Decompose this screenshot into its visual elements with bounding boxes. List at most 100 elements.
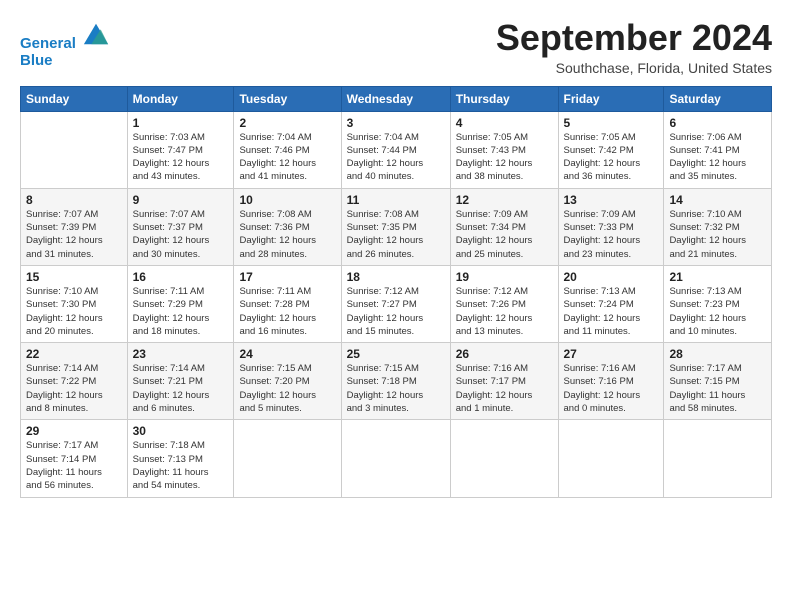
col-tuesday: Tuesday <box>234 86 341 111</box>
day-number: 13 <box>564 193 659 207</box>
table-row: 1Sunrise: 7:03 AMSunset: 7:47 PMDaylight… <box>127 111 234 188</box>
calendar-page: General Blue September 2024 Southchase, … <box>0 0 792 612</box>
day-number: 9 <box>133 193 229 207</box>
table-row <box>450 420 558 497</box>
day-info: Sunrise: 7:13 AMSunset: 7:24 PMDaylight:… <box>564 285 659 338</box>
day-number: 18 <box>347 270 445 284</box>
day-info: Sunrise: 7:13 AMSunset: 7:23 PMDaylight:… <box>669 285 766 338</box>
table-row: 2Sunrise: 7:04 AMSunset: 7:46 PMDaylight… <box>234 111 341 188</box>
day-number: 21 <box>669 270 766 284</box>
day-info: Sunrise: 7:05 AMSunset: 7:43 PMDaylight:… <box>456 131 553 184</box>
day-number: 8 <box>26 193 122 207</box>
table-row: 24Sunrise: 7:15 AMSunset: 7:20 PMDayligh… <box>234 343 341 420</box>
table-row: 3Sunrise: 7:04 AMSunset: 7:44 PMDaylight… <box>341 111 450 188</box>
calendar-week-row: 29Sunrise: 7:17 AMSunset: 7:14 PMDayligh… <box>21 420 772 497</box>
table-row: 17Sunrise: 7:11 AMSunset: 7:28 PMDayligh… <box>234 265 341 342</box>
day-number: 14 <box>669 193 766 207</box>
col-thursday: Thursday <box>450 86 558 111</box>
day-info: Sunrise: 7:11 AMSunset: 7:28 PMDaylight:… <box>239 285 335 338</box>
day-number: 11 <box>347 193 445 207</box>
day-number: 28 <box>669 347 766 361</box>
day-info: Sunrise: 7:06 AMSunset: 7:41 PMDaylight:… <box>669 131 766 184</box>
logo-text: General <box>20 22 110 53</box>
day-info: Sunrise: 7:12 AMSunset: 7:26 PMDaylight:… <box>456 285 553 338</box>
day-info: Sunrise: 7:16 AMSunset: 7:17 PMDaylight:… <box>456 362 553 415</box>
day-number: 15 <box>26 270 122 284</box>
day-number: 3 <box>347 116 445 130</box>
day-number: 16 <box>133 270 229 284</box>
day-info: Sunrise: 7:11 AMSunset: 7:29 PMDaylight:… <box>133 285 229 338</box>
day-info: Sunrise: 7:04 AMSunset: 7:46 PMDaylight:… <box>239 131 335 184</box>
day-info: Sunrise: 7:08 AMSunset: 7:36 PMDaylight:… <box>239 208 335 261</box>
day-number: 5 <box>564 116 659 130</box>
col-wednesday: Wednesday <box>341 86 450 111</box>
table-row: 19Sunrise: 7:12 AMSunset: 7:26 PMDayligh… <box>450 265 558 342</box>
logo: General Blue <box>20 22 110 69</box>
day-info: Sunrise: 7:18 AMSunset: 7:13 PMDaylight:… <box>133 439 229 492</box>
day-info: Sunrise: 7:09 AMSunset: 7:34 PMDaylight:… <box>456 208 553 261</box>
table-row: 27Sunrise: 7:16 AMSunset: 7:16 PMDayligh… <box>558 343 664 420</box>
table-row: 11Sunrise: 7:08 AMSunset: 7:35 PMDayligh… <box>341 188 450 265</box>
table-row <box>558 420 664 497</box>
title-block: September 2024 Southchase, Florida, Unit… <box>496 18 772 76</box>
day-number: 17 <box>239 270 335 284</box>
table-row: 26Sunrise: 7:16 AMSunset: 7:17 PMDayligh… <box>450 343 558 420</box>
table-row: 9Sunrise: 7:07 AMSunset: 7:37 PMDaylight… <box>127 188 234 265</box>
table-row: 21Sunrise: 7:13 AMSunset: 7:23 PMDayligh… <box>664 265 772 342</box>
location-subtitle: Southchase, Florida, United States <box>496 60 772 76</box>
table-row <box>664 420 772 497</box>
day-number: 25 <box>347 347 445 361</box>
day-info: Sunrise: 7:17 AMSunset: 7:15 PMDaylight:… <box>669 362 766 415</box>
day-info: Sunrise: 7:15 AMSunset: 7:20 PMDaylight:… <box>239 362 335 415</box>
table-row: 10Sunrise: 7:08 AMSunset: 7:36 PMDayligh… <box>234 188 341 265</box>
table-row: 8Sunrise: 7:07 AMSunset: 7:39 PMDaylight… <box>21 188 128 265</box>
day-number: 1 <box>133 116 229 130</box>
day-number: 27 <box>564 347 659 361</box>
calendar-week-row: 22Sunrise: 7:14 AMSunset: 7:22 PMDayligh… <box>21 343 772 420</box>
day-info: Sunrise: 7:05 AMSunset: 7:42 PMDaylight:… <box>564 131 659 184</box>
day-number: 24 <box>239 347 335 361</box>
table-row <box>341 420 450 497</box>
col-friday: Friday <box>558 86 664 111</box>
table-row: 13Sunrise: 7:09 AMSunset: 7:33 PMDayligh… <box>558 188 664 265</box>
table-row <box>21 111 128 188</box>
day-info: Sunrise: 7:03 AMSunset: 7:47 PMDaylight:… <box>133 131 229 184</box>
day-info: Sunrise: 7:08 AMSunset: 7:35 PMDaylight:… <box>347 208 445 261</box>
day-number: 2 <box>239 116 335 130</box>
month-title: September 2024 <box>496 18 772 58</box>
table-row: 23Sunrise: 7:14 AMSunset: 7:21 PMDayligh… <box>127 343 234 420</box>
day-info: Sunrise: 7:15 AMSunset: 7:18 PMDaylight:… <box>347 362 445 415</box>
table-row: 15Sunrise: 7:10 AMSunset: 7:30 PMDayligh… <box>21 265 128 342</box>
logo-blue: Blue <box>20 53 110 70</box>
day-info: Sunrise: 7:14 AMSunset: 7:21 PMDaylight:… <box>133 362 229 415</box>
table-row: 4Sunrise: 7:05 AMSunset: 7:43 PMDaylight… <box>450 111 558 188</box>
day-number: 30 <box>133 424 229 438</box>
calendar-week-row: 8Sunrise: 7:07 AMSunset: 7:39 PMDaylight… <box>21 188 772 265</box>
table-row: 16Sunrise: 7:11 AMSunset: 7:29 PMDayligh… <box>127 265 234 342</box>
day-info: Sunrise: 7:17 AMSunset: 7:14 PMDaylight:… <box>26 439 122 492</box>
header: General Blue September 2024 Southchase, … <box>20 18 772 76</box>
day-info: Sunrise: 7:12 AMSunset: 7:27 PMDaylight:… <box>347 285 445 338</box>
day-number: 4 <box>456 116 553 130</box>
day-number: 6 <box>669 116 766 130</box>
table-row <box>234 420 341 497</box>
day-number: 12 <box>456 193 553 207</box>
col-saturday: Saturday <box>664 86 772 111</box>
logo-general: General <box>20 35 76 52</box>
table-row: 22Sunrise: 7:14 AMSunset: 7:22 PMDayligh… <box>21 343 128 420</box>
table-row: 12Sunrise: 7:09 AMSunset: 7:34 PMDayligh… <box>450 188 558 265</box>
day-info: Sunrise: 7:16 AMSunset: 7:16 PMDaylight:… <box>564 362 659 415</box>
day-info: Sunrise: 7:04 AMSunset: 7:44 PMDaylight:… <box>347 131 445 184</box>
col-monday: Monday <box>127 86 234 111</box>
calendar-week-row: 15Sunrise: 7:10 AMSunset: 7:30 PMDayligh… <box>21 265 772 342</box>
table-row: 29Sunrise: 7:17 AMSunset: 7:14 PMDayligh… <box>21 420 128 497</box>
col-sunday: Sunday <box>21 86 128 111</box>
day-info: Sunrise: 7:07 AMSunset: 7:37 PMDaylight:… <box>133 208 229 261</box>
table-row: 14Sunrise: 7:10 AMSunset: 7:32 PMDayligh… <box>664 188 772 265</box>
day-number: 19 <box>456 270 553 284</box>
day-info: Sunrise: 7:10 AMSunset: 7:30 PMDaylight:… <box>26 285 122 338</box>
day-info: Sunrise: 7:10 AMSunset: 7:32 PMDaylight:… <box>669 208 766 261</box>
table-row: 28Sunrise: 7:17 AMSunset: 7:15 PMDayligh… <box>664 343 772 420</box>
calendar-table: Sunday Monday Tuesday Wednesday Thursday… <box>20 86 772 498</box>
table-row: 18Sunrise: 7:12 AMSunset: 7:27 PMDayligh… <box>341 265 450 342</box>
